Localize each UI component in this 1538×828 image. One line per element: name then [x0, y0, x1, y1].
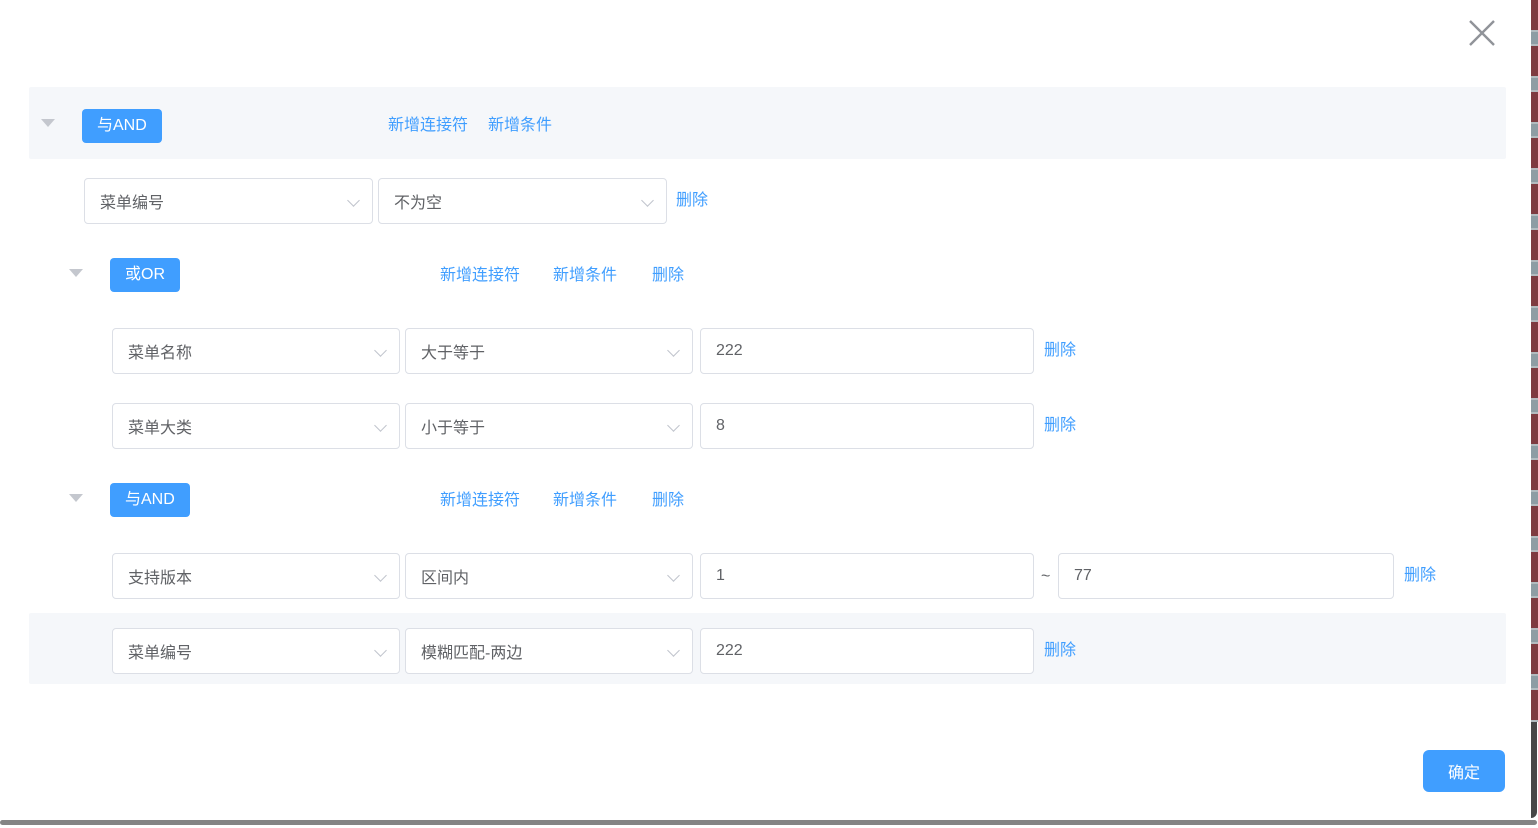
- connector-badge-root[interactable]: 与AND: [82, 109, 162, 143]
- delete-group-link[interactable]: 删除: [652, 266, 684, 286]
- field-select-value: 菜单名称: [128, 339, 365, 363]
- chevron-down-icon: [641, 194, 654, 207]
- connector-badge-and[interactable]: 与AND: [110, 483, 190, 517]
- field-select-value: 菜单编号: [100, 189, 338, 213]
- chevron-down-icon: [667, 419, 680, 432]
- range-end-input[interactable]: [1058, 553, 1394, 599]
- range-start-input[interactable]: [700, 553, 1034, 599]
- add-condition-link[interactable]: 新增条件: [488, 116, 552, 136]
- operator-select[interactable]: 大于等于: [405, 328, 693, 374]
- operator-select-value: 大于等于: [421, 339, 658, 363]
- add-condition-link[interactable]: 新增条件: [553, 491, 617, 511]
- delete-condition-link[interactable]: 删除: [1044, 416, 1076, 436]
- operator-select[interactable]: 不为空: [378, 178, 667, 224]
- chevron-down-icon: [667, 344, 680, 357]
- add-connector-link[interactable]: 新增连接符: [388, 116, 468, 136]
- field-select-value: 菜单编号: [128, 639, 365, 663]
- window-bottom-border: [0, 820, 1537, 825]
- value-input[interactable]: [700, 628, 1034, 674]
- field-select[interactable]: 支持版本: [112, 553, 400, 599]
- field-select[interactable]: 菜单编号: [112, 628, 400, 674]
- range-separator: ~: [1041, 568, 1050, 586]
- confirm-button[interactable]: 确定: [1423, 750, 1505, 792]
- delete-group-link[interactable]: 删除: [652, 491, 684, 511]
- chevron-down-icon: [667, 569, 680, 582]
- field-select[interactable]: 菜单编号: [84, 178, 373, 224]
- collapse-caret-icon[interactable]: [69, 494, 83, 502]
- add-connector-link[interactable]: 新增连接符: [440, 491, 520, 511]
- value-input[interactable]: [700, 328, 1034, 374]
- operator-select-value: 区间内: [421, 564, 658, 588]
- operator-select[interactable]: 模糊匹配-两边: [405, 628, 693, 674]
- collapse-caret-icon[interactable]: [69, 269, 83, 277]
- chevron-down-icon: [347, 194, 360, 207]
- chevron-down-icon: [374, 344, 387, 357]
- delete-condition-link[interactable]: 删除: [1044, 641, 1076, 661]
- close-button[interactable]: [1462, 14, 1502, 54]
- field-select-value: 菜单大类: [128, 414, 365, 438]
- operator-select[interactable]: 区间内: [405, 553, 693, 599]
- chevron-down-icon: [667, 644, 680, 657]
- condition-builder-dialog: 与AND 新增连接符 新增条件 菜单编号 不为空 删除 或OR 新增连接符 新增…: [0, 0, 1538, 828]
- add-connector-link[interactable]: 新增连接符: [440, 266, 520, 286]
- field-select[interactable]: 菜单大类: [112, 403, 400, 449]
- chevron-down-icon: [374, 569, 387, 582]
- delete-condition-link[interactable]: 删除: [676, 191, 708, 211]
- delete-condition-link[interactable]: 删除: [1044, 341, 1076, 361]
- group-band-root: [29, 87, 1506, 159]
- field-select[interactable]: 菜单名称: [112, 328, 400, 374]
- operator-select-value: 模糊匹配-两边: [421, 639, 658, 663]
- field-select-value: 支持版本: [128, 564, 365, 588]
- chevron-down-icon: [374, 644, 387, 657]
- operator-select-value: 小于等于: [421, 414, 658, 438]
- close-icon: [1466, 17, 1498, 52]
- chevron-down-icon: [374, 419, 387, 432]
- window-right-border: [1531, 722, 1537, 818]
- value-input[interactable]: [700, 403, 1034, 449]
- collapse-caret-icon[interactable]: [41, 119, 55, 127]
- add-condition-link[interactable]: 新增条件: [553, 266, 617, 286]
- connector-badge-or[interactable]: 或OR: [110, 258, 180, 292]
- delete-condition-link[interactable]: 删除: [1404, 566, 1436, 586]
- operator-select[interactable]: 小于等于: [405, 403, 693, 449]
- operator-select-value: 不为空: [394, 189, 632, 213]
- background-page-sliver: [1531, 0, 1538, 722]
